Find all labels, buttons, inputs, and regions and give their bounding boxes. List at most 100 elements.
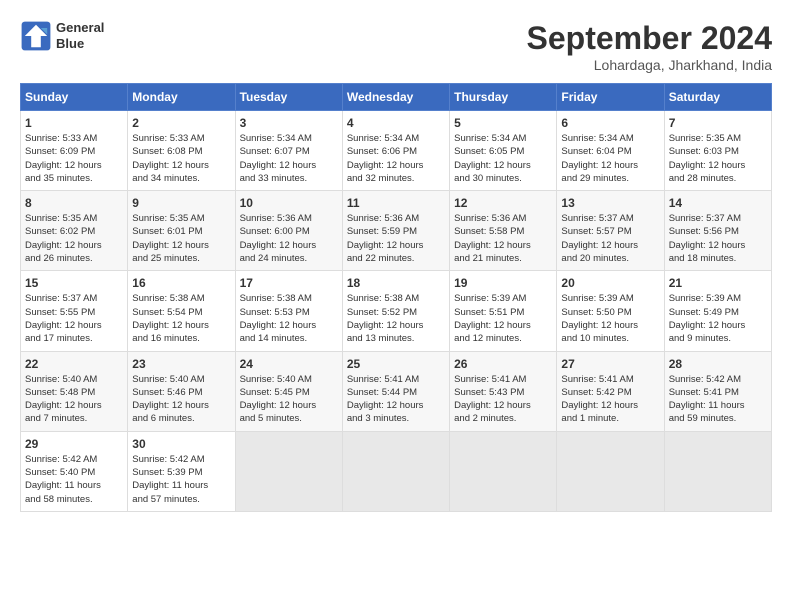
cell-text: Sunrise: 5:33 AM Sunset: 6:08 PM Dayligh… <box>132 132 230 185</box>
calendar-cell: 9Sunrise: 5:35 AM Sunset: 6:01 PM Daylig… <box>128 191 235 271</box>
calendar-cell <box>235 431 342 511</box>
calendar-cell: 7 Sunrise: 5:35 AM Sunset: 6:03 PM Daylig… <box>664 111 771 191</box>
day-header-monday: Monday <box>128 84 235 111</box>
cell-text: Sunrise: 5:36 AM Sunset: 5:58 PM Dayligh… <box>454 212 552 265</box>
cell-text: Sunrise: 5:35 AM Sunset: 6:01 PM Dayligh… <box>132 212 230 265</box>
cell-text: Sunrise: 5:40 AM Sunset: 5:45 PM Dayligh… <box>240 373 338 426</box>
header: General Blue September 2024 Lohardaga, J… <box>20 20 772 73</box>
week-row-4: 22 Sunrise: 5:40 AM Sunset: 5:48 PM Dayli… <box>21 351 772 431</box>
calendar-cell: 21 Sunrise: 5:39 AM Sunset: 5:49 PM Dayli… <box>664 271 771 351</box>
cell-text: Sunrise: 5:37 AM Sunset: 5:55 PM Dayligh… <box>25 292 123 345</box>
calendar-cell: 17Sunrise: 5:38 AM Sunset: 5:53 PM Dayli… <box>235 271 342 351</box>
logo: General Blue <box>20 20 104 52</box>
cell-text: Sunrise: 5:42 AM Sunset: 5:41 PM Dayligh… <box>669 373 767 426</box>
logo-icon <box>20 20 52 52</box>
cell-text: Sunrise: 5:40 AM Sunset: 5:46 PM Dayligh… <box>132 373 230 426</box>
day-number: 3 <box>240 116 338 130</box>
calendar-cell: 13Sunrise: 5:37 AM Sunset: 5:57 PM Dayli… <box>557 191 664 271</box>
header-row: SundayMondayTuesdayWednesdayThursdayFrid… <box>21 84 772 111</box>
calendar-cell: 6 Sunrise: 5:34 AM Sunset: 6:04 PM Daylig… <box>557 111 664 191</box>
day-number: 10 <box>240 196 338 210</box>
calendar-cell: 12 Sunrise: 5:36 AM Sunset: 5:58 PM Dayli… <box>450 191 557 271</box>
day-number: 28 <box>669 357 767 371</box>
calendar-cell: 23 Sunrise: 5:40 AM Sunset: 5:46 PM Dayli… <box>128 351 235 431</box>
day-number: 15 <box>25 276 123 290</box>
day-number: 11 <box>347 196 445 210</box>
calendar-cell: 8Sunrise: 5:35 AM Sunset: 6:02 PM Daylig… <box>21 191 128 271</box>
day-number: 26 <box>454 357 552 371</box>
calendar-cell <box>450 431 557 511</box>
cell-text: Sunrise: 5:39 AM Sunset: 5:51 PM Dayligh… <box>454 292 552 345</box>
cell-text: Sunrise: 5:34 AM Sunset: 6:07 PM Dayligh… <box>240 132 338 185</box>
calendar-table: SundayMondayTuesdayWednesdayThursdayFrid… <box>20 83 772 512</box>
day-number: 16 <box>132 276 230 290</box>
week-row-2: 8Sunrise: 5:35 AM Sunset: 6:02 PM Daylig… <box>21 191 772 271</box>
calendar-cell: 10 Sunrise: 5:36 AM Sunset: 6:00 PM Dayli… <box>235 191 342 271</box>
calendar-cell: 24Sunrise: 5:40 AM Sunset: 5:45 PM Dayli… <box>235 351 342 431</box>
calendar-cell: 1 Sunrise: 5:33 AM Sunset: 6:09 PM Daylig… <box>21 111 128 191</box>
calendar-container: General Blue September 2024 Lohardaga, J… <box>0 0 792 612</box>
calendar-cell: 26 Sunrise: 5:41 AM Sunset: 5:43 PM Dayli… <box>450 351 557 431</box>
day-number: 12 <box>454 196 552 210</box>
cell-text: Sunrise: 5:40 AM Sunset: 5:48 PM Dayligh… <box>25 373 123 426</box>
calendar-cell: 22 Sunrise: 5:40 AM Sunset: 5:48 PM Dayli… <box>21 351 128 431</box>
cell-text: Sunrise: 5:37 AM Sunset: 5:56 PM Dayligh… <box>669 212 767 265</box>
day-header-sunday: Sunday <box>21 84 128 111</box>
week-row-1: 1 Sunrise: 5:33 AM Sunset: 6:09 PM Daylig… <box>21 111 772 191</box>
day-number: 25 <box>347 357 445 371</box>
cell-text: Sunrise: 5:42 AM Sunset: 5:40 PM Dayligh… <box>25 453 123 506</box>
calendar-cell: 2 Sunrise: 5:33 AM Sunset: 6:08 PM Daylig… <box>128 111 235 191</box>
calendar-cell <box>664 431 771 511</box>
calendar-cell <box>342 431 449 511</box>
day-number: 27 <box>561 357 659 371</box>
day-number: 18 <box>347 276 445 290</box>
calendar-cell: 16Sunrise: 5:38 AM Sunset: 5:54 PM Dayli… <box>128 271 235 351</box>
day-number: 14 <box>669 196 767 210</box>
cell-text: Sunrise: 5:41 AM Sunset: 5:43 PM Dayligh… <box>454 373 552 426</box>
cell-text: Sunrise: 5:33 AM Sunset: 6:09 PM Dayligh… <box>25 132 123 185</box>
day-number: 2 <box>132 116 230 130</box>
day-number: 4 <box>347 116 445 130</box>
day-header-wednesday: Wednesday <box>342 84 449 111</box>
week-row-3: 15 Sunrise: 5:37 AM Sunset: 5:55 PM Dayli… <box>21 271 772 351</box>
day-number: 29 <box>25 437 123 451</box>
cell-text: Sunrise: 5:39 AM Sunset: 5:50 PM Dayligh… <box>561 292 659 345</box>
calendar-cell: 14 Sunrise: 5:37 AM Sunset: 5:56 PM Dayli… <box>664 191 771 271</box>
cell-text: Sunrise: 5:34 AM Sunset: 6:06 PM Dayligh… <box>347 132 445 185</box>
location: Lohardaga, Jharkhand, India <box>527 57 772 73</box>
day-number: 8 <box>25 196 123 210</box>
month-title: September 2024 <box>527 20 772 57</box>
calendar-cell: 29 Sunrise: 5:42 AM Sunset: 5:40 PM Dayli… <box>21 431 128 511</box>
day-number: 30 <box>132 437 230 451</box>
day-number: 7 <box>669 116 767 130</box>
cell-text: Sunrise: 5:35 AM Sunset: 6:03 PM Dayligh… <box>669 132 767 185</box>
cell-text: Sunrise: 5:39 AM Sunset: 5:49 PM Dayligh… <box>669 292 767 345</box>
calendar-cell: 11Sunrise: 5:36 AM Sunset: 5:59 PM Dayli… <box>342 191 449 271</box>
day-number: 5 <box>454 116 552 130</box>
calendar-cell: 18Sunrise: 5:38 AM Sunset: 5:52 PM Dayli… <box>342 271 449 351</box>
day-header-thursday: Thursday <box>450 84 557 111</box>
day-header-friday: Friday <box>557 84 664 111</box>
calendar-cell: 25 Sunrise: 5:41 AM Sunset: 5:44 PM Dayli… <box>342 351 449 431</box>
day-number: 22 <box>25 357 123 371</box>
calendar-cell: 19 Sunrise: 5:39 AM Sunset: 5:51 PM Dayli… <box>450 271 557 351</box>
cell-text: Sunrise: 5:34 AM Sunset: 6:04 PM Dayligh… <box>561 132 659 185</box>
day-number: 23 <box>132 357 230 371</box>
cell-text: Sunrise: 5:41 AM Sunset: 5:44 PM Dayligh… <box>347 373 445 426</box>
day-number: 17 <box>240 276 338 290</box>
calendar-cell: 4 Sunrise: 5:34 AM Sunset: 6:06 PM Daylig… <box>342 111 449 191</box>
cell-text: Sunrise: 5:36 AM Sunset: 6:00 PM Dayligh… <box>240 212 338 265</box>
week-row-5: 29 Sunrise: 5:42 AM Sunset: 5:40 PM Dayli… <box>21 431 772 511</box>
day-number: 21 <box>669 276 767 290</box>
day-header-tuesday: Tuesday <box>235 84 342 111</box>
day-number: 19 <box>454 276 552 290</box>
calendar-cell: 3 Sunrise: 5:34 AM Sunset: 6:07 PM Daylig… <box>235 111 342 191</box>
cell-text: Sunrise: 5:34 AM Sunset: 6:05 PM Dayligh… <box>454 132 552 185</box>
cell-text: Sunrise: 5:37 AM Sunset: 5:57 PM Dayligh… <box>561 212 659 265</box>
calendar-cell: 27Sunrise: 5:41 AM Sunset: 5:42 PM Dayli… <box>557 351 664 431</box>
day-number: 20 <box>561 276 659 290</box>
calendar-cell: 30 Sunrise: 5:42 AM Sunset: 5:39 PM Dayli… <box>128 431 235 511</box>
day-number: 1 <box>25 116 123 130</box>
cell-text: Sunrise: 5:42 AM Sunset: 5:39 PM Dayligh… <box>132 453 230 506</box>
day-number: 6 <box>561 116 659 130</box>
